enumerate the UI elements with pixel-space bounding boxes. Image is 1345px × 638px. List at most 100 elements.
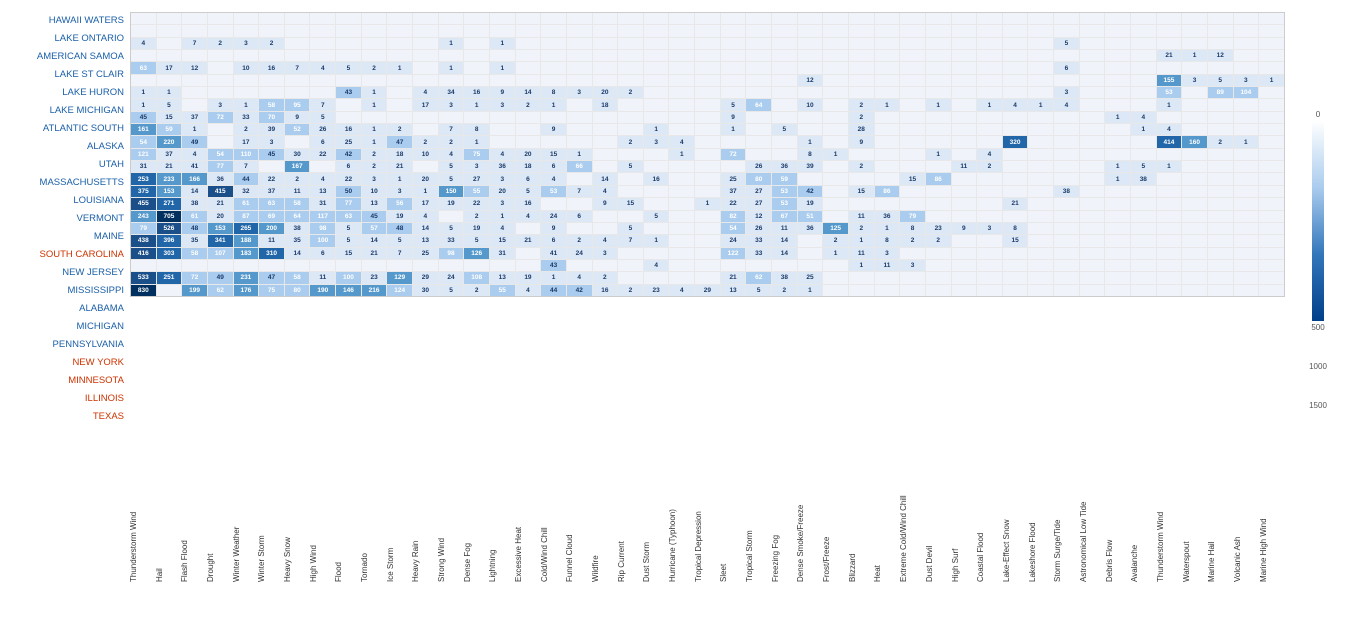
heatmap-cell[interactable] bbox=[413, 112, 439, 123]
heatmap-cell[interactable] bbox=[1028, 223, 1054, 234]
heatmap-cell[interactable] bbox=[593, 112, 619, 123]
heatmap-cell[interactable]: 108 bbox=[464, 272, 490, 283]
heatmap-cell[interactable]: 199 bbox=[182, 285, 208, 296]
heatmap-cell[interactable] bbox=[1131, 285, 1157, 296]
heatmap-cell[interactable] bbox=[746, 260, 772, 271]
heatmap-cell[interactable] bbox=[1208, 223, 1234, 234]
heatmap-cell[interactable] bbox=[285, 13, 311, 24]
heatmap-cell[interactable] bbox=[1208, 173, 1234, 184]
heatmap-cell[interactable] bbox=[1259, 186, 1284, 197]
heatmap-cell[interactable]: 3 bbox=[208, 99, 234, 110]
heatmap-cell[interactable]: 4 bbox=[977, 149, 1003, 160]
heatmap-cell[interactable] bbox=[1003, 260, 1029, 271]
heatmap-cell[interactable] bbox=[849, 272, 875, 283]
heatmap-cell[interactable]: 2 bbox=[464, 285, 490, 296]
heatmap-cell[interactable] bbox=[208, 260, 234, 271]
heatmap-cell[interactable]: 1 bbox=[1157, 161, 1183, 172]
heatmap-cell[interactable] bbox=[926, 112, 952, 123]
heatmap-cell[interactable] bbox=[798, 38, 824, 49]
heatmap-cell[interactable]: 124 bbox=[387, 285, 413, 296]
heatmap-cell[interactable]: 5 bbox=[464, 235, 490, 246]
heatmap-cell[interactable] bbox=[1054, 285, 1080, 296]
heatmap-cell[interactable] bbox=[464, 50, 490, 61]
heatmap-cell[interactable] bbox=[644, 272, 670, 283]
heatmap-cell[interactable] bbox=[593, 124, 619, 135]
heatmap-cell[interactable]: 1 bbox=[695, 198, 721, 209]
heatmap-cell[interactable]: 303 bbox=[157, 248, 183, 259]
heatmap-cell[interactable] bbox=[1003, 87, 1029, 98]
heatmap-cell[interactable] bbox=[1157, 173, 1183, 184]
heatmap-cell[interactable] bbox=[618, 13, 644, 24]
heatmap-cell[interactable] bbox=[1131, 149, 1157, 160]
heatmap-cell[interactable] bbox=[1208, 124, 1234, 135]
heatmap-cell[interactable]: 72 bbox=[721, 149, 747, 160]
heatmap-cell[interactable]: 47 bbox=[259, 272, 285, 283]
heatmap-cell[interactable] bbox=[1054, 272, 1080, 283]
heatmap-cell[interactable] bbox=[618, 112, 644, 123]
heatmap-cell[interactable] bbox=[669, 223, 695, 234]
heatmap-cell[interactable]: 1 bbox=[1157, 99, 1183, 110]
heatmap-cell[interactable]: 22 bbox=[259, 173, 285, 184]
heatmap-cell[interactable]: 3 bbox=[1182, 75, 1208, 86]
heatmap-cell[interactable]: 11 bbox=[772, 223, 798, 234]
heatmap-cell[interactable]: 1 bbox=[234, 99, 260, 110]
heatmap-cell[interactable] bbox=[721, 136, 747, 147]
heatmap-cell[interactable] bbox=[798, 235, 824, 246]
heatmap-cell[interactable]: 8 bbox=[1003, 223, 1029, 234]
heatmap-cell[interactable]: 15 bbox=[490, 235, 516, 246]
heatmap-cell[interactable] bbox=[644, 149, 670, 160]
heatmap-cell[interactable]: 53 bbox=[772, 198, 798, 209]
heatmap-cell[interactable]: 2 bbox=[516, 99, 542, 110]
heatmap-cell[interactable] bbox=[875, 173, 901, 184]
heatmap-cell[interactable] bbox=[1208, 272, 1234, 283]
heatmap-cell[interactable]: 4 bbox=[131, 38, 157, 49]
heatmap-cell[interactable]: 265 bbox=[234, 223, 260, 234]
heatmap-cell[interactable] bbox=[695, 62, 721, 73]
heatmap-cell[interactable] bbox=[875, 62, 901, 73]
heatmap-cell[interactable]: 129 bbox=[387, 272, 413, 283]
heatmap-cell[interactable]: 17 bbox=[413, 99, 439, 110]
heatmap-cell[interactable] bbox=[926, 186, 952, 197]
heatmap-cell[interactable]: 4 bbox=[1003, 99, 1029, 110]
heatmap-cell[interactable] bbox=[1054, 149, 1080, 160]
heatmap-cell[interactable] bbox=[1234, 235, 1260, 246]
heatmap-cell[interactable] bbox=[1259, 211, 1284, 222]
heatmap-cell[interactable]: 1 bbox=[362, 124, 388, 135]
heatmap-cell[interactable]: 20 bbox=[208, 211, 234, 222]
heatmap-cell[interactable]: 59 bbox=[157, 124, 183, 135]
heatmap-cell[interactable] bbox=[900, 124, 926, 135]
heatmap-cell[interactable]: 15 bbox=[900, 173, 926, 184]
heatmap-cell[interactable] bbox=[977, 75, 1003, 86]
heatmap-cell[interactable] bbox=[952, 248, 978, 259]
heatmap-cell[interactable] bbox=[516, 248, 542, 259]
heatmap-cell[interactable] bbox=[1028, 235, 1054, 246]
heatmap-cell[interactable]: 72 bbox=[182, 272, 208, 283]
heatmap-cell[interactable] bbox=[1028, 25, 1054, 36]
heatmap-cell[interactable] bbox=[593, 50, 619, 61]
heatmap-cell[interactable] bbox=[285, 260, 311, 271]
heatmap-cell[interactable]: 216 bbox=[362, 285, 388, 296]
heatmap-cell[interactable]: 271 bbox=[157, 198, 183, 209]
heatmap-cell[interactable] bbox=[1105, 235, 1131, 246]
heatmap-cell[interactable]: 526 bbox=[157, 223, 183, 234]
heatmap-cell[interactable]: 44 bbox=[541, 285, 567, 296]
heatmap-cell[interactable] bbox=[1157, 223, 1183, 234]
heatmap-cell[interactable] bbox=[1208, 198, 1234, 209]
heatmap-cell[interactable] bbox=[695, 99, 721, 110]
heatmap-cell[interactable] bbox=[131, 260, 157, 271]
heatmap-cell[interactable]: 2 bbox=[413, 136, 439, 147]
heatmap-cell[interactable]: 1 bbox=[541, 272, 567, 283]
heatmap-cell[interactable] bbox=[798, 173, 824, 184]
heatmap-cell[interactable] bbox=[464, 260, 490, 271]
heatmap-cell[interactable]: 36 bbox=[772, 161, 798, 172]
heatmap-cell[interactable] bbox=[1028, 75, 1054, 86]
heatmap-cell[interactable]: 1 bbox=[362, 87, 388, 98]
heatmap-cell[interactable]: 2 bbox=[234, 124, 260, 135]
heatmap-cell[interactable] bbox=[541, 112, 567, 123]
heatmap-cell[interactable] bbox=[1259, 38, 1284, 49]
heatmap-cell[interactable]: 2 bbox=[849, 112, 875, 123]
heatmap-cell[interactable] bbox=[182, 75, 208, 86]
heatmap-cell[interactable] bbox=[516, 62, 542, 73]
heatmap-cell[interactable] bbox=[952, 272, 978, 283]
heatmap-cell[interactable] bbox=[875, 124, 901, 135]
